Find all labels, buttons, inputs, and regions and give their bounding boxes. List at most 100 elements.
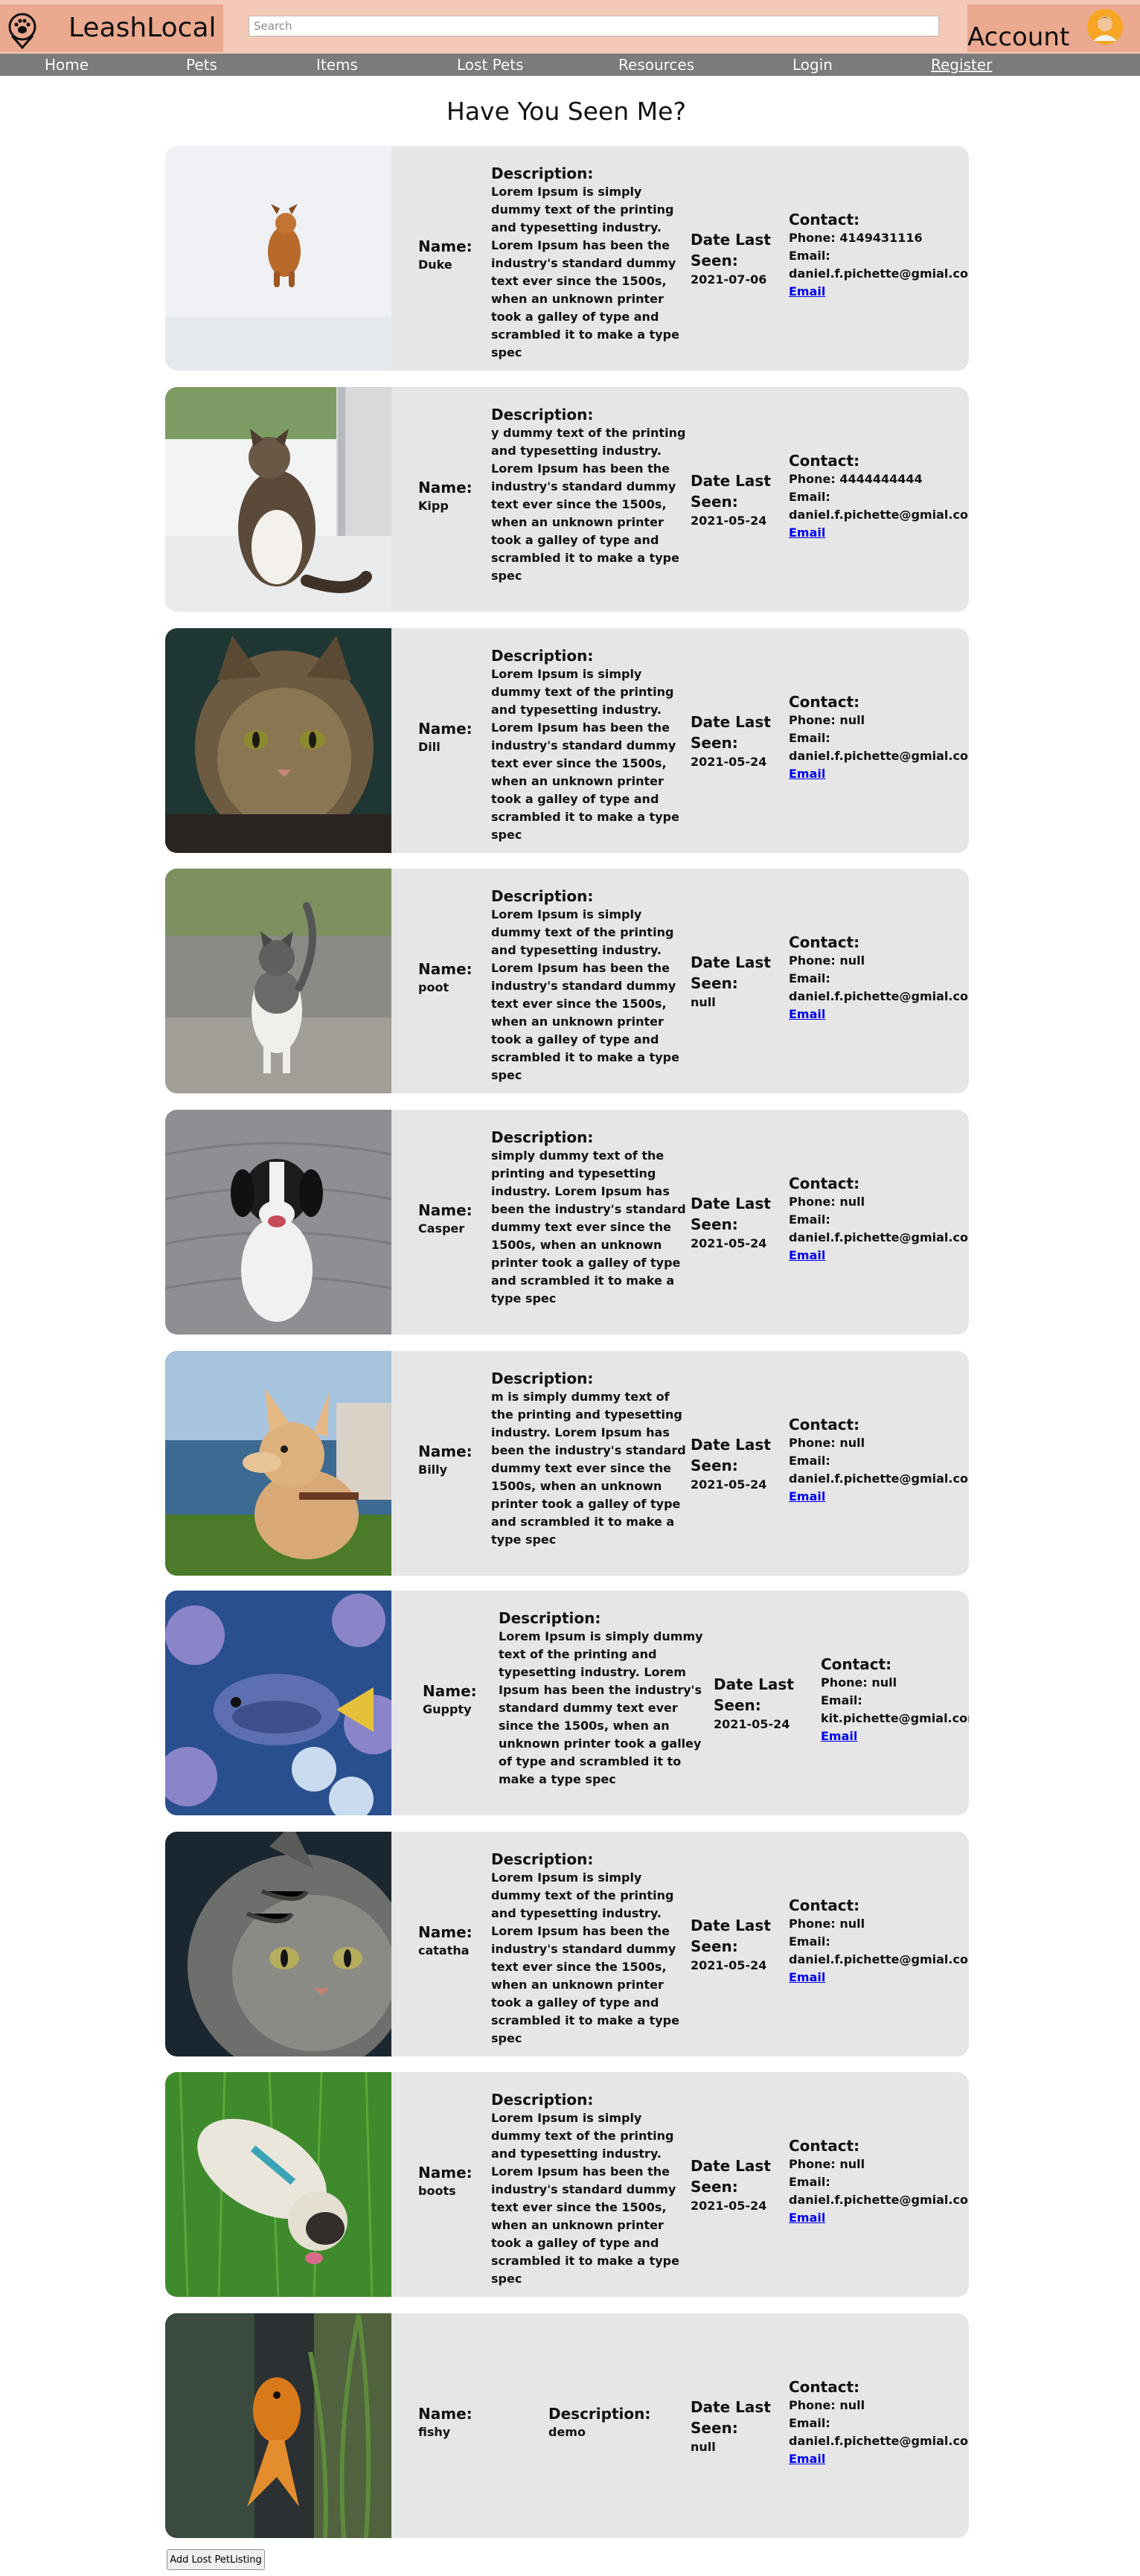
pet-name-field: Name: catatha xyxy=(418,1923,473,1960)
name-label: Name: xyxy=(423,1682,477,1700)
email-link[interactable]: Email xyxy=(789,1488,969,1506)
pet-description-field: Description: m is simply dummy text of th… xyxy=(491,1369,692,1549)
pet-name-field: Name: Kipp xyxy=(418,478,473,515)
header: LeashLocal Account xyxy=(0,0,1140,54)
date-last-seen-label: Date Last Seen: xyxy=(691,713,771,752)
brand-name[interactable]: LeashLocal xyxy=(68,13,217,43)
pet-photo-image xyxy=(165,1832,391,2056)
email-link[interactable]: Email xyxy=(789,765,969,783)
pet-description: Lorem Ipsum is simply dummy text of the … xyxy=(491,907,679,1082)
pet-description: demo xyxy=(548,2425,586,2439)
pet-photo[interactable] xyxy=(165,1351,391,1576)
account-label[interactable]: Account xyxy=(967,22,1069,52)
date-last-seen-value: 2021-05-24 xyxy=(714,1717,790,1731)
date-last-seen-label: Date Last Seen: xyxy=(714,1675,794,1714)
name-label: Name: xyxy=(418,2405,473,2423)
pet-photo[interactable] xyxy=(165,1591,391,1815)
pet-name-field: Name: Guppty xyxy=(423,1681,477,1719)
email-link[interactable]: Email xyxy=(821,1728,969,1745)
contact-phone: Phone: null xyxy=(789,2157,865,2171)
nav-items[interactable]: Items xyxy=(316,54,358,76)
pet-name: fishy xyxy=(418,2425,451,2439)
contact-label: Contact: xyxy=(789,1416,860,1434)
date-last-seen-field: Date Last Seen: 2021-05-24 xyxy=(714,1674,807,1733)
pet-photo[interactable] xyxy=(165,1832,391,2056)
nav-resources[interactable]: Resources xyxy=(618,54,694,76)
nav-home[interactable]: Home xyxy=(45,54,89,76)
date-last-seen-value: 2021-05-24 xyxy=(691,755,767,769)
pet-description-field: Description: y dummy text of the printing… xyxy=(491,405,692,585)
date-last-seen-label: Date Last Seen: xyxy=(691,2157,771,2196)
contact-field: Contact: Phone: null Email: daniel.f.pichet… xyxy=(789,1415,969,1506)
contact-email: daniel.f.pichette@gmial.com xyxy=(789,2434,969,2448)
contact-field: Contact: Phone: 4444444444 Email: daniel.f.… xyxy=(789,451,969,542)
pet-photo[interactable] xyxy=(165,146,391,371)
contact-phone: Phone: 4444444444 xyxy=(789,472,923,486)
email-link[interactable]: Email xyxy=(789,524,969,542)
description-label: Description: xyxy=(499,1609,601,1627)
nav-pets[interactable]: Pets xyxy=(186,54,217,76)
contact-email-label: Email: xyxy=(789,971,830,985)
pet-name: boots xyxy=(418,2184,456,2198)
date-last-seen-value: 2021-05-24 xyxy=(691,1477,767,1492)
pet-photo[interactable] xyxy=(165,1110,391,1335)
contact-field: Contact: Phone: null Email: daniel.f.pichet… xyxy=(789,2377,969,2468)
contact-phone: Phone: null xyxy=(789,713,865,727)
search-input[interactable] xyxy=(249,16,939,36)
nav-login[interactable]: Login xyxy=(792,54,833,76)
pet-photo[interactable] xyxy=(165,2313,391,2538)
add-lost-pet-listing-button[interactable]: Add Lost PetListing xyxy=(167,2549,265,2570)
contact-email: daniel.f.pichette@gmial.com xyxy=(789,989,969,1003)
contact-field: Contact: Phone: null Email: daniel.f.pichet… xyxy=(789,2136,969,2227)
contact-email: daniel.f.pichette@gmial.com xyxy=(789,508,969,522)
pet-photo-image xyxy=(165,146,391,371)
date-last-seen-value: null xyxy=(691,2440,716,2454)
contact-email-label: Email: xyxy=(789,2175,830,2189)
contact-email-label: Email: xyxy=(821,1693,862,1707)
pet-photo-image xyxy=(165,387,391,612)
pet-name-field: Name: Duke xyxy=(418,237,473,274)
date-last-seen-value: null xyxy=(691,995,716,1009)
contact-email-label: Email: xyxy=(789,2416,830,2430)
contact-email: daniel.f.pichette@gmial.com xyxy=(789,1952,969,1966)
contact-label: Contact: xyxy=(789,452,860,470)
contact-label: Contact: xyxy=(821,1655,892,1673)
contact-field: Contact: Phone: null Email: daniel.f.pichet… xyxy=(789,692,969,783)
pet-name: Duke xyxy=(418,258,452,272)
pet-photo[interactable] xyxy=(165,2072,391,2297)
name-label: Name: xyxy=(418,1201,473,1219)
contact-field: Contact: Phone: 4149431116 Email: daniel.f.… xyxy=(789,210,969,301)
pet-photo[interactable] xyxy=(165,869,391,1093)
date-last-seen-label: Date Last Seen: xyxy=(691,1195,771,1233)
pet-name: Kipp xyxy=(418,499,449,513)
email-link[interactable]: Email xyxy=(789,2450,969,2468)
nav-register[interactable]: Register xyxy=(931,54,992,76)
pet-photo-image xyxy=(165,1351,391,1576)
pet-name-field: Name: boots xyxy=(418,2163,473,2200)
user-avatar-icon[interactable] xyxy=(1086,8,1124,45)
email-link[interactable]: Email xyxy=(789,283,969,301)
lost-pet-card: Name: boots Description: Lorem Ipsum is sim… xyxy=(165,2072,969,2297)
page-title: Have You Seen Me? xyxy=(446,97,686,126)
pet-photo[interactable] xyxy=(165,628,391,853)
contact-field: Contact: Phone: null Email: daniel.f.pichet… xyxy=(789,1896,969,1987)
pet-description-field: Description: Lorem Ipsum is simply dummy … xyxy=(491,646,692,844)
pet-name-field: Name: Dill xyxy=(418,719,473,756)
email-link[interactable]: Email xyxy=(789,1247,969,1265)
contact-phone: Phone: null xyxy=(821,1675,897,1690)
contact-email-label: Email: xyxy=(789,1212,830,1227)
pet-photo-image xyxy=(165,2313,391,2538)
pet-photo-image xyxy=(165,2072,391,2297)
description-label: Description: xyxy=(491,647,594,665)
email-link[interactable]: Email xyxy=(789,1969,969,1987)
pet-description-field: Description: simply dummy text of the pri… xyxy=(491,1128,692,1308)
pet-name: Billy xyxy=(418,1463,448,1477)
date-last-seen-label: Date Last Seen: xyxy=(691,472,771,511)
pet-name: Guppty xyxy=(423,1702,472,1716)
email-link[interactable]: Email xyxy=(789,2209,969,2227)
main-nav: Home Pets Items Lost Pets Resources Logi… xyxy=(0,54,1140,76)
email-link[interactable]: Email xyxy=(789,1006,969,1023)
nav-lost-pets[interactable]: Lost Pets xyxy=(457,54,524,76)
pet-photo[interactable] xyxy=(165,387,391,612)
paw-pin-logo-icon[interactable] xyxy=(6,12,39,49)
